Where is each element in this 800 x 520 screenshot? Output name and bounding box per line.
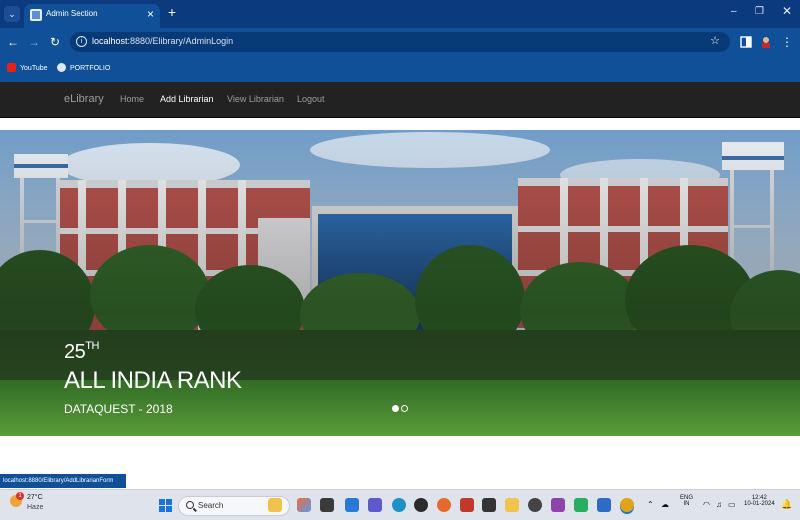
sidebar-panel-icon[interactable] (740, 36, 752, 48)
chrome-app-icon[interactable] (620, 498, 634, 512)
file-explorer-icon[interactable] (505, 498, 519, 512)
restore-icon[interactable]: ❐ (755, 6, 764, 18)
wps-app-icon[interactable] (482, 498, 496, 512)
bookmark-youtube[interactable]: YouTube (7, 63, 48, 75)
bookmarks-bar: YouTube PORTFOLIO (0, 56, 800, 82)
onedrive-icon[interactable]: ☁ (661, 500, 669, 509)
copilot-app-icon[interactable] (297, 498, 311, 512)
task-view-app-icon[interactable] (320, 498, 334, 512)
hero-headline: ALL INDIA RANK (64, 367, 242, 394)
globe-icon (57, 63, 66, 72)
url-host: localhost (92, 36, 128, 46)
weather-badge: 1 (16, 492, 24, 500)
window-close-icon[interactable]: ✕ (782, 5, 792, 17)
search-placeholder: Search (198, 501, 224, 510)
back-arrow-icon[interactable]: ← (6, 35, 20, 49)
weather-condition: Haze (27, 504, 44, 511)
firefox-app-icon[interactable] (437, 498, 451, 512)
bookmark-portfolio[interactable]: PORTFOLIO (57, 63, 110, 75)
battery-icon[interactable]: ▭ (728, 500, 736, 509)
carousel-indicator-1[interactable] (392, 405, 399, 412)
address-bar[interactable]: i localhost:8880/Elibrary/AdminLogin ☆ (70, 32, 730, 52)
bookmark-label: PORTFOLIO (70, 65, 111, 72)
nav-home[interactable]: Home (120, 94, 144, 104)
new-tab-button[interactable]: + (165, 5, 179, 19)
tab-close-icon[interactable]: × (147, 7, 154, 21)
wifi-icon[interactable]: ◠ (703, 500, 710, 509)
tab-title: Admin Section (46, 9, 98, 18)
language-bottom: IN (683, 501, 690, 507)
profile-avatar-icon[interactable] (760, 36, 772, 48)
carousel-indicator-2[interactable] (401, 405, 408, 412)
weather-temperature: 27°C (27, 494, 43, 501)
clock-date: 10-01-2024 (744, 501, 775, 507)
windows-taskbar: 1 27°C Haze Search ⌃ ☁ ENG IN ◠ ♫ ▭ 12:4… (0, 489, 800, 520)
tray-overflow-chevron-icon[interactable]: ⌃ (647, 500, 654, 509)
rank-suffix: TH (85, 340, 99, 352)
reload-icon[interactable]: ↻ (48, 35, 62, 49)
link-preview-status: localhost:8880/Elibrary/AddLibrarianForm (0, 474, 126, 488)
forward-arrow-icon[interactable]: → (27, 35, 41, 49)
site-info-icon[interactable]: i (76, 36, 87, 47)
site-navbar: eLibrary Home Add Librarian View Librari… (0, 82, 800, 118)
bookmark-label: YouTube (20, 65, 48, 72)
minimize-icon[interactable]: – (731, 6, 737, 18)
url-path: :8880/Elibrary/AdminLogin (127, 36, 234, 46)
hero-rank: 25TH (64, 340, 99, 364)
search-icon (186, 501, 194, 509)
rank-number: 25 (64, 341, 86, 363)
brand-logo-text[interactable]: eLibrary (64, 93, 104, 105)
volume-icon[interactable]: ♫ (716, 500, 722, 509)
media-app-icon[interactable] (528, 498, 542, 512)
app-icon[interactable] (574, 498, 588, 512)
language-indicator[interactable]: ENG IN (680, 495, 693, 507)
hero-carousel[interactable]: 25TH ALL INDIA RANK DATAQUEST - 2018 (0, 130, 800, 436)
hero-subline: DATAQUEST - 2018 (64, 402, 173, 416)
nav-logout[interactable]: Logout (297, 94, 325, 104)
store-app-icon[interactable] (345, 498, 359, 512)
dell-app-icon[interactable] (414, 498, 428, 512)
teams-app-icon[interactable] (368, 498, 382, 512)
tab-search-chevron-icon[interactable]: ⌄ (4, 6, 20, 22)
browser-menu-icon[interactable]: ⋮ (780, 35, 794, 49)
edge-app-icon[interactable] (392, 498, 406, 512)
bookmark-star-icon[interactable]: ☆ (710, 34, 720, 47)
browser-tab-bar: ⌄ Admin Section × + – ❐ ✕ (0, 0, 800, 28)
windows-start-icon[interactable] (159, 499, 172, 512)
pdf-app-icon[interactable] (460, 498, 474, 512)
nav-add-librarian[interactable]: Add Librarian (160, 94, 214, 104)
widgets-app-icon[interactable] (268, 498, 282, 512)
browser-tab-admin-section[interactable]: Admin Section × (24, 4, 160, 28)
youtube-icon (7, 63, 16, 72)
tab-favicon-icon (30, 9, 42, 21)
browser-toolbar: ← → ↻ i localhost:8880/Elibrary/AdminLog… (0, 28, 800, 56)
vscode-app-icon[interactable] (597, 498, 611, 512)
clock[interactable]: 12:42 10-01-2024 (744, 495, 775, 507)
editor-app-icon[interactable] (551, 498, 565, 512)
nav-view-librarian[interactable]: View Librarian (227, 94, 284, 104)
notification-bell-icon[interactable]: 🔔 (781, 499, 792, 510)
url-text: localhost:8880/Elibrary/AdminLogin (92, 36, 233, 46)
